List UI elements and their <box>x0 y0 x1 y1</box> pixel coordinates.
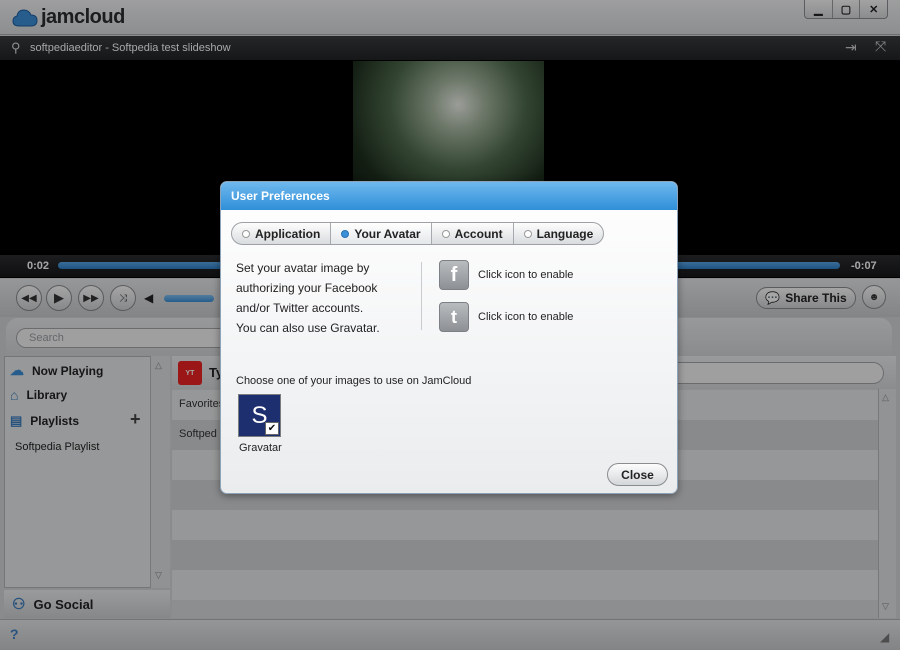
tab-language[interactable]: Language <box>514 223 604 244</box>
tab-application[interactable]: Application <box>232 223 332 244</box>
description-line: You can also use Gravatar. <box>236 321 380 335</box>
tab-label: Your Avatar <box>354 226 421 241</box>
twitter-row: t Click icon to enable <box>439 302 573 332</box>
facebook-row: f Click icon to enable <box>439 260 573 290</box>
twitter-icon[interactable]: t <box>439 302 469 332</box>
user-preferences-dialog: User Preferences Application Your Avatar… <box>220 181 678 494</box>
preferences-tabs: Application Your Avatar Account Language <box>231 222 605 245</box>
checkmark-icon: ✔ <box>265 422 279 435</box>
description-line: and/or Twitter accounts. <box>236 301 364 315</box>
radio-icon <box>523 229 532 238</box>
close-button[interactable]: Close <box>607 463 668 486</box>
twitter-text: Click icon to enable <box>478 311 574 323</box>
tab-account[interactable]: Account <box>432 223 514 244</box>
dialog-title: User Preferences <box>221 182 677 210</box>
radio-icon <box>441 229 450 238</box>
facebook-text: Click icon to enable <box>478 269 574 281</box>
tab-label: Application <box>255 226 321 241</box>
radio-selected-icon <box>341 229 350 238</box>
description-line: Set your avatar image by <box>236 261 370 275</box>
tab-label: Account <box>454 226 503 241</box>
avatar-description: Set your avatar image by authorizing you… <box>236 258 406 338</box>
radio-icon <box>242 229 250 238</box>
facebook-icon[interactable]: f <box>439 260 469 290</box>
divider <box>421 262 422 330</box>
choose-image-text: Choose one of your images to use on JamC… <box>236 375 472 387</box>
gravatar-label: Gravatar <box>239 442 282 454</box>
description-line: authorizing your Facebook <box>236 281 378 295</box>
tab-your-avatar[interactable]: Your Avatar <box>331 223 432 244</box>
tab-label: Language <box>536 226 594 241</box>
